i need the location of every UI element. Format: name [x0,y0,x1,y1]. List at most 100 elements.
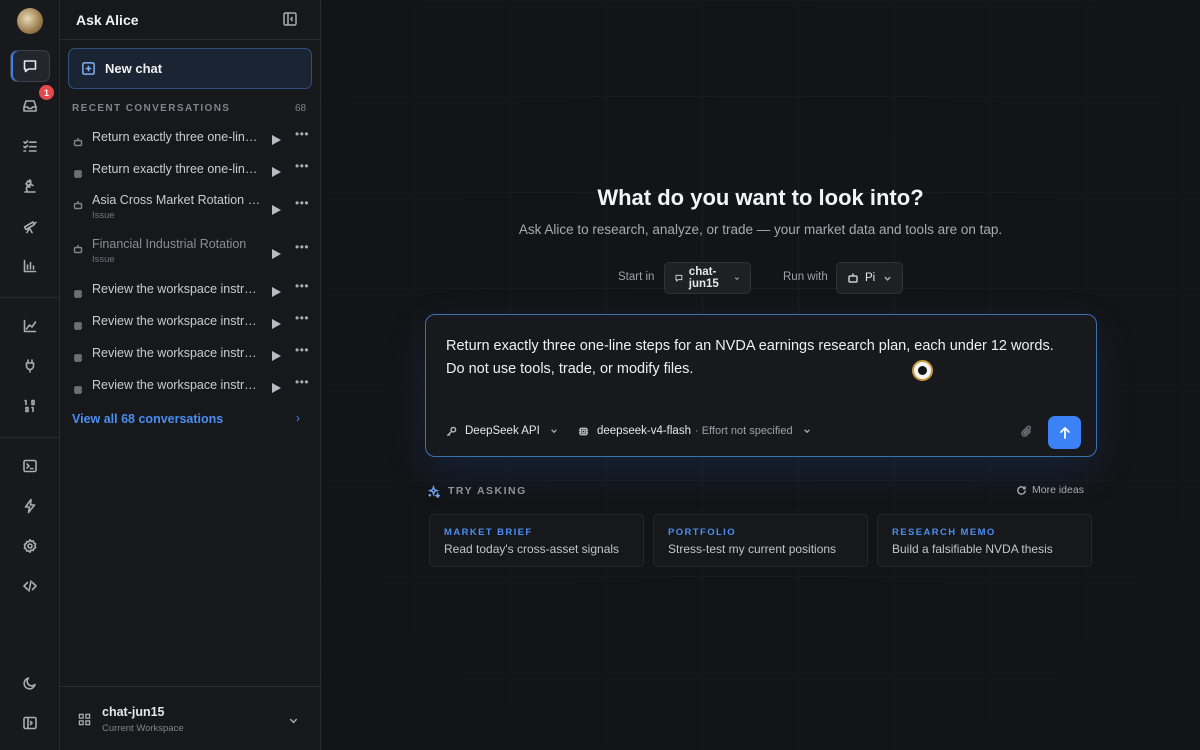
main-panel: What do you want to look into? Ask Alice… [321,0,1200,750]
rail-divider [0,297,60,298]
chip-icon [73,166,83,178]
conversation-title: Return exactly three one-line steps for … [92,162,262,176]
play-icon[interactable] [272,380,281,393]
play-icon[interactable] [272,284,281,297]
start-in-value: chat-jun15 [688,266,719,290]
suggestion-kind: MARKET BRIEF [444,527,533,538]
conversation-count: 68 [295,103,307,114]
more-options-icon[interactable]: ••• [295,196,309,210]
effort-label: · Effort not specified [694,425,793,437]
suggestion-card[interactable]: MARKET BRIEF Read today's cross-asset si… [429,514,644,567]
bar-chart-icon[interactable] [10,250,50,282]
robot-icon [848,273,858,283]
pointer-cursor-icon [912,360,933,381]
recent-conversations-label: RECENT CONVERSATIONS [72,103,231,114]
suggestion-text: Stress-test my current positions [668,542,837,556]
run-with-label: Run with [783,271,828,283]
conversation-title: Review the workspace instructions [92,314,262,328]
arrow-up-icon [1059,426,1070,439]
chevron-down-icon [884,276,891,281]
more-options-icon[interactable]: ••• [295,343,309,357]
sparkles-icon [427,485,440,498]
conversation-title: Financial Industrial Rotation [92,237,247,251]
more-options-icon[interactable]: ••• [295,311,309,325]
run-with-dropdown[interactable]: Pi [836,262,904,294]
chevron-down-icon [803,429,810,434]
new-chat-label: New chat [105,61,163,76]
plug-icon[interactable] [10,350,50,382]
page-title: What do you want to look into? [597,185,924,210]
chip-icon [73,350,83,362]
binary-icon[interactable] [10,390,50,422]
workspace-name: chat-jun15 [102,705,165,719]
conversation-sidebar: Ask Alice New chat RECENT CONVERSATIONS … [60,0,321,750]
lightning-icon[interactable] [10,490,50,522]
paperclip-icon[interactable] [1020,425,1033,438]
conversation-title: Review the workspace instructions [92,346,262,360]
provider-name: DeepSeek API [465,425,540,437]
sidebar-title: Ask Alice [76,12,139,28]
suggestion-card[interactable]: PORTFOLIO Stress-test my current positio… [653,514,868,567]
model-selector[interactable]: deepseek-v4-flash · Effort not specified [578,425,811,437]
workspace-switcher[interactable]: chat-jun15 Current Workspace [60,686,321,750]
sidebar-header: Ask Alice [60,0,321,40]
play-icon[interactable] [272,348,281,361]
prompt-composer[interactable]: Return exactly three one-line steps for … [425,314,1097,457]
new-chat-icon [82,62,95,75]
run-with-value: Pi [865,272,876,284]
icon-rail: 1 [0,0,60,750]
play-icon[interactable] [272,316,281,329]
chat-icon[interactable] [10,50,50,82]
app-window: 1 Ask Alice New chat RECENT CONVERSATION… [0,0,1200,750]
conversation-subtitle: Issue [92,210,115,221]
microscope-icon[interactable] [10,170,50,202]
more-ideas-button[interactable]: More ideas [1016,484,1084,496]
sidebar-toggle-icon[interactable] [10,707,50,739]
new-chat-button[interactable]: New chat [68,48,312,89]
send-button[interactable] [1048,416,1081,449]
tasks-icon[interactable] [10,130,50,162]
suggestion-card[interactable]: RESEARCH MEMO Build a falsifiable NVDA t… [877,514,1092,567]
more-ideas-label: More ideas [1032,484,1084,496]
more-options-icon[interactable]: ••• [295,279,309,293]
grid-icon [78,713,91,726]
chevron-down-icon [550,429,557,434]
conversation-title: Review the workspace instructions [92,282,262,296]
more-options-icon[interactable]: ••• [295,240,309,254]
robot-icon [73,134,83,147]
play-icon[interactable] [272,164,281,177]
view-all-conversations-link[interactable]: View all 68 conversations [72,412,223,426]
conversation-title: Return exactly three one-line steps for … [92,130,262,144]
try-asking-header: TRY ASKING More ideas [427,484,1091,500]
line-chart-icon[interactable] [10,310,50,342]
provider-selector[interactable]: DeepSeek API [446,425,558,437]
telescope-icon[interactable] [10,210,50,242]
more-options-icon[interactable]: ••• [295,127,309,141]
chevron-right-icon[interactable]: › [296,411,300,425]
code-icon[interactable] [10,570,50,602]
key-icon [446,426,457,436]
play-icon[interactable] [272,202,281,215]
model-name: deepseek-v4-flash [597,425,691,437]
play-icon[interactable] [272,246,281,259]
chevron-down-icon[interactable] [288,713,299,724]
suggestion-kind: RESEARCH MEMO [892,527,996,538]
play-icon[interactable] [272,132,281,145]
terminal-icon[interactable] [10,450,50,482]
chip-icon [73,318,83,330]
collapse-sidebar-icon[interactable] [282,11,298,27]
prompt-input[interactable]: Return exactly three one-line steps for … [446,335,1066,381]
start-in-dropdown[interactable]: chat-jun15 [664,262,752,294]
gear-icon[interactable] [10,530,50,562]
conversation-subtitle: Issue [92,254,115,265]
inbox-badge: 1 [39,85,54,100]
page-subtitle: Ask Alice to research, analyze, or trade… [518,222,1003,237]
robot-icon [73,241,83,254]
moon-icon[interactable] [10,667,50,699]
avatar[interactable] [17,8,43,34]
chip-icon [73,382,83,394]
more-options-icon[interactable]: ••• [295,159,309,173]
more-options-icon[interactable]: ••• [295,375,309,389]
suggestion-text: Build a falsifiable NVDA thesis [892,542,1053,556]
suggestion-kind: PORTFOLIO [668,527,737,538]
